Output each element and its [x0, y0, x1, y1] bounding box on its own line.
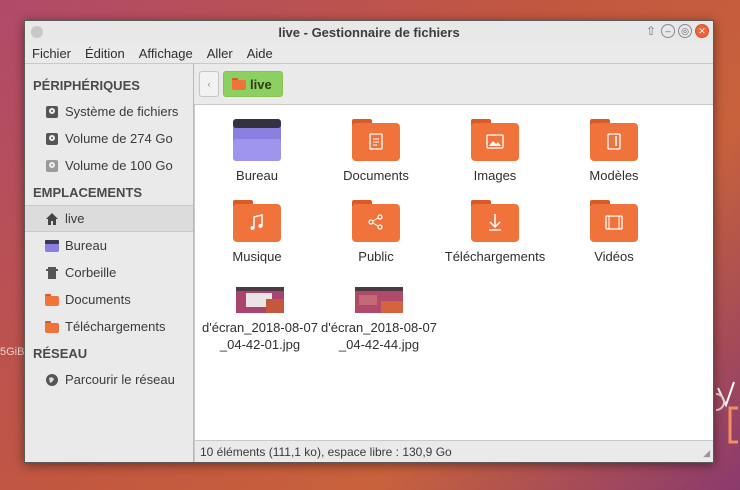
maximize-button[interactable]: ◎ — [678, 24, 692, 38]
desktop-decoration — [716, 381, 738, 444]
file-label: Public — [358, 249, 394, 264]
documents-folder-icon — [352, 119, 400, 161]
file-label: Images — [473, 168, 517, 183]
file-item-documents[interactable]: Documents — [317, 119, 435, 184]
drive-icon — [46, 105, 58, 118]
menu-aide[interactable]: Aide — [247, 46, 273, 61]
file-item-screenshot-2[interactable]: d'écran_2018-08-07 _04-42-44.jpg — [317, 287, 441, 353]
sidebar-item-volume-274[interactable]: Volume de 274 Go — [25, 125, 193, 152]
file-label-line1: d'écran_2018-08-07 — [321, 320, 437, 335]
desktop-folder-icon — [45, 239, 59, 252]
public-folder-icon — [352, 200, 400, 242]
image-thumbnail-icon — [355, 287, 403, 313]
path-scroll-left-button[interactable]: ‹ — [199, 71, 219, 97]
path-button-label: live — [250, 76, 272, 92]
file-label: Musique — [232, 249, 282, 264]
sidebar-item-bureau[interactable]: Bureau — [25, 232, 193, 259]
folder-icon — [45, 293, 59, 306]
titlebar[interactable]: live - Gestionnaire de fichiers ⇧ – ◎ ✕ — [25, 21, 713, 43]
window-controls: ⇧ – ◎ ✕ — [644, 24, 709, 38]
path-button-live[interactable]: live — [223, 71, 283, 97]
file-item-public[interactable]: Public — [317, 200, 435, 265]
drive-icon — [46, 159, 58, 172]
sidebar-item-documents[interactable]: Documents — [25, 286, 193, 313]
pathbar: ‹ live — [194, 64, 713, 104]
file-label: Vidéos — [594, 249, 634, 264]
file-label-line1: d'écran_2018-08-07 — [202, 320, 318, 335]
minimize-button[interactable]: – — [661, 24, 675, 38]
status-text: 10 éléments (111,1 ko), espace libre : 1… — [200, 444, 452, 459]
sidebar-heading-devices: PÉRIPHÉRIQUES — [33, 77, 140, 93]
sidebar-item-network[interactable]: Parcourir le réseau — [25, 366, 193, 393]
file-item-bureau[interactable]: Bureau — [198, 119, 316, 184]
file-label-line2: _04-42-01.jpg — [219, 337, 301, 352]
downloads-folder-icon — [471, 200, 519, 242]
window-menu-icon[interactable] — [31, 26, 43, 38]
resize-grip-icon[interactable]: ◢ — [703, 448, 710, 459]
sidebar-item-corbeille[interactable]: Corbeille — [25, 259, 193, 286]
sidebar-heading-network: RÉSEAU — [33, 345, 88, 361]
file-view: Bureau Documents Images Modèles Musique … — [194, 104, 713, 440]
image-thumbnail-icon — [236, 287, 284, 313]
file-label-line2: _04-42-44.jpg — [338, 337, 420, 352]
sidebar-item-label: Parcourir le réseau — [65, 372, 175, 387]
file-item-telechargements[interactable]: Téléchargements — [436, 200, 554, 265]
menubar: Fichier Édition Affichage Aller Aide — [25, 43, 713, 63]
file-label: Téléchargements — [444, 249, 546, 264]
desktop-edge-text: 5GiB — [0, 346, 25, 358]
file-item-images[interactable]: Images — [436, 119, 554, 184]
sidebar-item-label: Volume de 100 Go — [65, 158, 173, 173]
sidebar-item-label: Téléchargements — [65, 319, 166, 334]
templates-folder-icon — [590, 119, 638, 161]
pictures-folder-icon — [471, 119, 519, 161]
sidebar-item-live[interactable]: live — [25, 205, 193, 232]
folder-icon — [45, 320, 59, 333]
sidebar-item-label: Corbeille — [65, 265, 117, 280]
file-item-screenshot-1[interactable]: d'écran_2018-08-07 _04-42-01.jpg — [198, 287, 322, 353]
sidebar-item-label: Système de fichiers — [65, 104, 179, 119]
drive-icon — [46, 132, 58, 145]
menu-fichier[interactable]: Fichier — [32, 46, 71, 61]
folder-icon — [232, 78, 246, 90]
menu-aller[interactable]: Aller — [207, 46, 233, 61]
desktop-folder-icon — [233, 119, 281, 161]
main-pane: ‹ live Bureau Documents Images Modèles M… — [194, 63, 713, 462]
sidebar: PÉRIPHÉRIQUES Système de fichiers Volume… — [25, 63, 194, 462]
shade-icon[interactable]: ⇧ — [644, 24, 658, 38]
home-icon — [46, 212, 58, 225]
file-item-musique[interactable]: Musique — [198, 200, 316, 265]
menu-affichage[interactable]: Affichage — [139, 46, 193, 61]
network-icon — [46, 373, 58, 386]
file-manager-window: live - Gestionnaire de fichiers ⇧ – ◎ ✕ … — [24, 20, 714, 463]
sidebar-item-label: live — [65, 211, 85, 226]
file-label: Bureau — [236, 168, 278, 183]
sidebar-item-volume-100[interactable]: Volume de 100 Go — [25, 152, 193, 179]
music-folder-icon — [233, 200, 281, 242]
sidebar-item-label: Documents — [65, 292, 131, 307]
sidebar-item-label: Volume de 274 Go — [65, 131, 173, 146]
window-title: live - Gestionnaire de fichiers — [278, 24, 460, 40]
sidebar-item-filesystem[interactable]: Système de fichiers — [25, 98, 193, 125]
file-item-modeles[interactable]: Modèles — [555, 119, 673, 184]
trash-icon — [46, 266, 58, 279]
statusbar: 10 éléments (111,1 ko), espace libre : 1… — [194, 440, 713, 462]
menu-edition[interactable]: Édition — [85, 46, 125, 61]
sidebar-heading-places: EMPLACEMENTS — [33, 184, 143, 200]
file-grid: Bureau Documents Images Modèles Musique … — [195, 105, 713, 440]
file-item-videos[interactable]: Vidéos — [555, 200, 673, 265]
videos-folder-icon — [590, 200, 638, 242]
file-label: Documents — [343, 168, 409, 183]
sidebar-item-label: Bureau — [65, 238, 107, 253]
close-button[interactable]: ✕ — [695, 24, 709, 38]
file-label: Modèles — [589, 168, 639, 183]
sidebar-item-telechargements[interactable]: Téléchargements — [25, 313, 193, 340]
